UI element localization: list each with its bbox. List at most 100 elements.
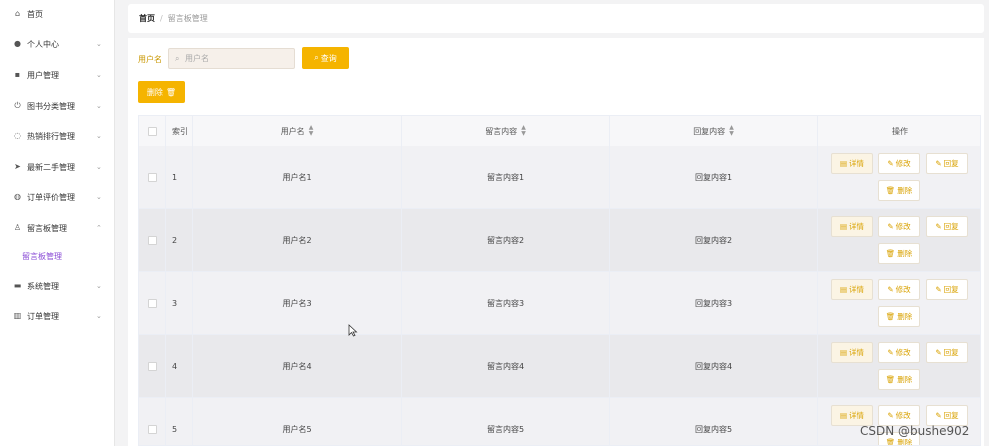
breadcrumb-home[interactable]: 首页 (139, 14, 155, 23)
sidebar-item-label: 个人中心 (27, 39, 59, 49)
reply-button[interactable]: ✎ 回复 (926, 153, 968, 174)
search-input[interactable] (185, 52, 285, 65)
pencil-icon: ✎ (935, 285, 942, 294)
header-content-label: 留言内容 (485, 126, 518, 136)
cell-username: 用户名4 (193, 335, 402, 397)
pencil-icon: ✎ (887, 159, 894, 168)
chevron-down-icon: ⌄ (96, 71, 102, 79)
sidebar-item-label: 首页 (27, 9, 43, 19)
delete-button[interactable]: 🗑 删除 (878, 306, 920, 327)
header-reply[interactable]: 回复内容 ▲ ▼ (610, 116, 818, 146)
delete-button-label: 删除 (897, 249, 913, 258)
row-select-cell (139, 335, 166, 397)
watermark: CSDN @bushe902 (860, 424, 970, 438)
sort-icon[interactable]: ▲ ▼ (309, 125, 314, 137)
cell-index: 5 (166, 398, 193, 445)
row-checkbox[interactable] (147, 298, 157, 308)
delete-button[interactable]: 🗑 删除 (878, 369, 920, 390)
home-icon: ⌂ (14, 9, 21, 18)
row-checkbox[interactable] (147, 424, 157, 434)
sidebar-item-1[interactable]: ⌂ 首页 (0, 4, 114, 24)
search-box[interactable]: ⌕ (168, 48, 295, 69)
sidebar-item-4[interactable]: ⏻ 图书分类管理 ⌄ (0, 96, 114, 116)
sidebar-item-8[interactable]: ♙ 留言板管理 ⌃ (0, 218, 114, 238)
send-icon: ➤ (14, 162, 21, 171)
sort-icon[interactable]: ▲ ▼ (729, 125, 734, 137)
reply-button[interactable]: ✎ 回复 (926, 342, 968, 363)
document-icon: ▤ (839, 285, 848, 294)
pencil-icon: ✎ (887, 348, 894, 357)
edit-button[interactable]: ✎ 修改 (878, 279, 920, 300)
cell-content: 留言内容2 (402, 209, 610, 271)
delete-button-label: 删除 (897, 375, 913, 384)
cell-reply: 回复内容1 (610, 146, 818, 208)
sidebar-item-2[interactable]: ● 个人中心 ⌄ (0, 34, 114, 54)
search-label: 用户名 (138, 55, 162, 64)
breadcrumb: 首页 / 留言板管理 (139, 13, 208, 24)
header-username[interactable]: 用户名 ▲ ▼ (193, 116, 402, 146)
delete-button[interactable]: 🗑 删除 (878, 243, 920, 264)
reply-button[interactable]: ✎ 回复 (926, 216, 968, 237)
sidebar-item-7[interactable]: ◍ 订单评价管理 ⌄ (0, 187, 114, 207)
select-all-checkbox[interactable] (147, 126, 157, 136)
detail-button-label: 详情 (849, 222, 865, 231)
sidebar-item-10[interactable]: ▥ 订单管理 ⌄ (0, 306, 114, 326)
delete-button-label: 删除 (897, 438, 913, 446)
batch-delete-button[interactable]: 删除 🗑 (138, 81, 185, 103)
sidebar-item-label: 订单评价管理 (27, 192, 75, 202)
detail-button[interactable]: ▤ 详情 (831, 405, 873, 426)
cell-index: 3 (166, 272, 193, 334)
detail-button-label: 详情 (849, 159, 865, 168)
chevron-down-icon: ⌄ (96, 193, 102, 201)
query-button[interactable]: ⌕ 查询 (302, 47, 349, 69)
detail-button[interactable]: ▤ 详情 (831, 342, 873, 363)
sidebar-item-5[interactable]: ◌ 热销排行管理 ⌄ (0, 126, 114, 146)
edit-button-label: 修改 (895, 285, 911, 294)
detail-button[interactable]: ▤ 详情 (831, 153, 873, 174)
sidebar-item-label: 图书分类管理 (27, 101, 75, 111)
cell-username: 用户名3 (193, 272, 402, 334)
row-select-cell (139, 146, 166, 208)
cell-actions: ▤ 详情 ✎ 修改 ✎ 回复 🗑 删除 (818, 335, 980, 397)
row-checkbox[interactable] (147, 361, 157, 371)
pencil-icon: ✎ (935, 411, 942, 420)
pencil-icon: ✎ (935, 159, 942, 168)
edit-button[interactable]: ✎ 修改 (878, 216, 920, 237)
header-content[interactable]: 留言内容 ▲ ▼ (402, 116, 610, 146)
user-icon: ● (14, 39, 21, 48)
cell-reply: 回复内容3 (610, 272, 818, 334)
sidebar-item-3[interactable]: ▪ 用户管理 ⌄ (0, 65, 114, 85)
row-select-cell (139, 209, 166, 271)
row-checkbox[interactable] (147, 235, 157, 245)
sidebar-item-9[interactable]: ▬ 系统管理 ⌄ (0, 276, 114, 296)
reply-button-label: 回复 (943, 285, 959, 294)
row-checkbox[interactable] (147, 172, 157, 182)
cell-content: 留言内容4 (402, 335, 610, 397)
sidebar-item-6[interactable]: ➤ 最新二手管理 ⌄ (0, 157, 114, 177)
sort-icon[interactable]: ▲ ▼ (521, 125, 526, 137)
cell-index: 2 (166, 209, 193, 271)
row-select-cell (139, 272, 166, 334)
edit-button[interactable]: ✎ 修改 (878, 153, 920, 174)
chevron-down-icon: ⌄ (96, 163, 102, 171)
chart-icon: ▥ (13, 311, 22, 320)
delete-button-label: 删除 (897, 186, 913, 195)
reply-button[interactable]: ✎ 回复 (926, 279, 968, 300)
cell-index: 1 (166, 146, 193, 208)
batch-delete-label: 删除 (146, 87, 163, 97)
chevron-down-icon: ⌄ (96, 102, 102, 110)
reply-button-label: 回复 (943, 411, 959, 420)
edit-button[interactable]: ✎ 修改 (878, 342, 920, 363)
edit-button-label: 修改 (895, 411, 911, 420)
cell-content: 留言内容1 (402, 146, 610, 208)
detail-button[interactable]: ▤ 详情 (831, 216, 873, 237)
pencil-icon: ✎ (887, 285, 894, 294)
reply-button[interactable]: ✎ 回复 (926, 405, 968, 426)
detail-button[interactable]: ▤ 详情 (831, 279, 873, 300)
sidebar-subitem-message-board[interactable]: 留言板管理 (22, 251, 62, 262)
delete-button[interactable]: 🗑 删除 (878, 180, 920, 201)
pencil-icon: ✎ (935, 222, 942, 231)
header-actions: 操作 (892, 126, 908, 136)
edit-button[interactable]: ✎ 修改 (878, 405, 920, 426)
cell-content: 留言内容5 (402, 398, 610, 445)
